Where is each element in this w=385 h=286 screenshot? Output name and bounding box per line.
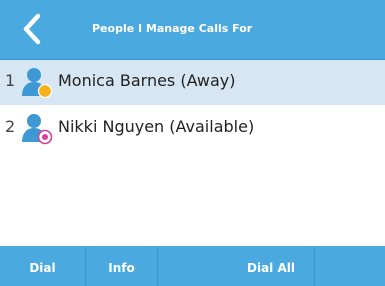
dial-all-softkey[interactable]: Dial All [157,246,314,286]
list-item-index: 2 [5,117,16,136]
dial-softkey[interactable]: Dial [0,246,85,286]
person-icon [21,111,53,145]
available-status-icon [37,129,53,145]
chevron-left-icon [23,13,41,45]
list-item[interactable]: 1 Monica Barnes (Away) [0,60,385,105]
phone-screen: People I Manage Calls For 1 Monica Barne… [0,0,385,286]
away-status-icon [37,83,53,99]
softkey-bar: Dial Info Dial All [0,246,385,286]
list-item-label: Monica Barnes (Away) [58,71,236,90]
list-item[interactable]: 2 Nikki Nguyen (Available) [0,106,385,151]
person-icon [21,65,53,99]
info-softkey[interactable]: Info [85,246,157,286]
page-title: People I Manage Calls For [92,22,253,35]
back-button[interactable] [14,6,54,52]
blank-softkey[interactable] [314,246,385,286]
list-item-label: Nikki Nguyen (Available) [58,117,255,136]
list-item-index: 1 [5,71,16,90]
header-bar: People I Manage Calls For [0,0,385,60]
